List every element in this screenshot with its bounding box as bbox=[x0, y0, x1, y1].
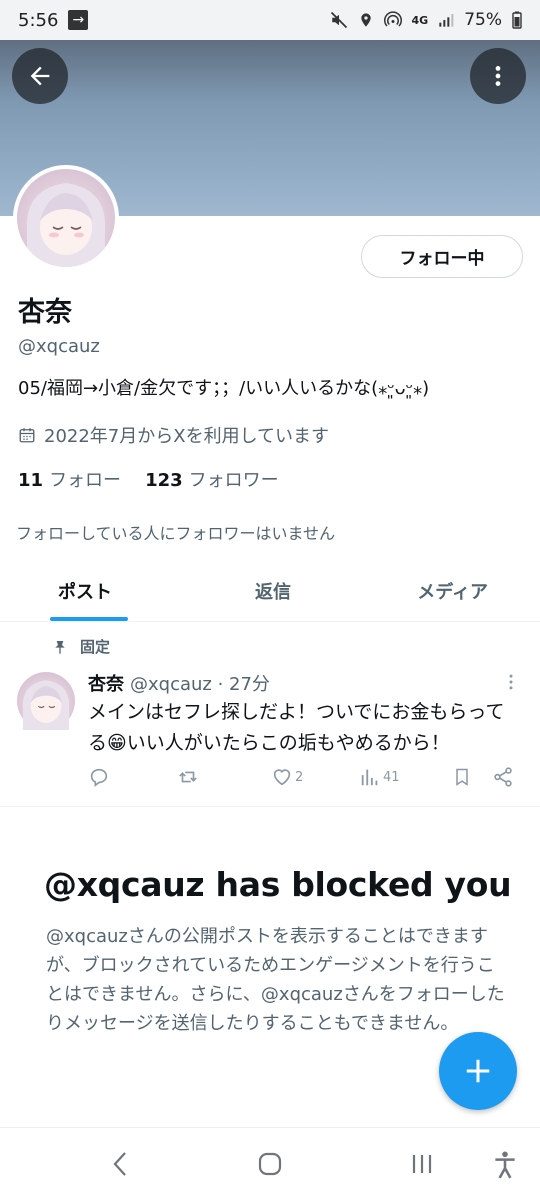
reply-button[interactable] bbox=[88, 766, 110, 788]
views-button[interactable]: 41 bbox=[359, 766, 400, 788]
handle: @xqcauz bbox=[18, 336, 100, 357]
signal-icon bbox=[439, 14, 454, 27]
joined-date: 2022年7月からXを利用しています bbox=[18, 422, 329, 448]
share-button[interactable] bbox=[492, 766, 514, 788]
views-count: 41 bbox=[383, 769, 400, 785]
accessibility-icon bbox=[495, 1151, 515, 1179]
battery-icon bbox=[512, 11, 522, 29]
repost-icon bbox=[179, 771, 197, 783]
system-recents-button[interactable] bbox=[410, 1150, 434, 1182]
heart-icon bbox=[273, 769, 291, 786]
back-button[interactable] bbox=[12, 48, 68, 104]
recents-icon bbox=[412, 1155, 432, 1173]
network-type: 4G bbox=[411, 13, 429, 27]
arrow-left-icon bbox=[30, 66, 50, 86]
status-icons: 4G 75% bbox=[330, 10, 522, 30]
tweet-more-button[interactable] bbox=[504, 672, 518, 696]
more-vertical-icon bbox=[509, 674, 513, 690]
plus-icon bbox=[466, 1059, 490, 1083]
tweet-text: メインはセフレ探しだよ！ついでにお金もらってる😁いい人がいたらこの垢もやめるから… bbox=[88, 701, 505, 754]
more-options-button[interactable] bbox=[470, 48, 526, 104]
following-link[interactable]: 11 フォロー bbox=[18, 466, 121, 492]
status-time: 5:56 bbox=[18, 9, 59, 31]
blocked-title: @xqcauz has blocked you bbox=[44, 865, 512, 904]
tab-replies[interactable]: 返信 bbox=[201, 560, 344, 621]
following-count: 11 bbox=[18, 470, 44, 491]
followers-link[interactable]: 123 フォロワー bbox=[145, 466, 279, 492]
calendar-icon bbox=[19, 428, 35, 443]
followers-label: フォロワー bbox=[188, 470, 279, 491]
repost-button[interactable] bbox=[176, 766, 200, 788]
pinned-indicator: 固定 bbox=[52, 636, 110, 657]
mute-icon bbox=[330, 11, 347, 29]
divider bbox=[0, 806, 540, 807]
reply-icon bbox=[90, 768, 108, 787]
share-icon bbox=[494, 767, 512, 787]
tab-media[interactable]: メディア bbox=[345, 560, 540, 621]
followers-count: 123 bbox=[145, 470, 183, 491]
tweet-avatar[interactable] bbox=[17, 672, 75, 730]
tab-posts[interactable]: ポスト bbox=[0, 560, 201, 621]
tweet-header: 杏奈 @xqcauz · 27分 bbox=[88, 670, 270, 696]
location-icon bbox=[360, 13, 371, 27]
mutual-followers-text: フォローしている人にフォロワーはいません bbox=[16, 524, 336, 543]
more-vertical-icon bbox=[495, 66, 501, 86]
profile-avatar[interactable] bbox=[13, 165, 119, 271]
system-home-button[interactable] bbox=[257, 1150, 283, 1182]
pinned-label: 固定 bbox=[80, 638, 111, 656]
status-bar: 5:56 → 4G 75% bbox=[0, 0, 540, 40]
display-name: 杏奈 bbox=[18, 297, 72, 328]
follow-counts: 11 フォロー 123 フォロワー bbox=[18, 466, 279, 492]
following-label: フォロー bbox=[49, 470, 122, 491]
tweet-meta: @xqcauz · 27分 bbox=[130, 674, 270, 695]
pin-icon bbox=[55, 640, 65, 654]
compose-button[interactable] bbox=[439, 1032, 517, 1110]
like-button[interactable]: 2 bbox=[271, 766, 303, 788]
home-circle-icon bbox=[258, 1152, 282, 1176]
chevron-left-icon bbox=[113, 1152, 126, 1176]
bookmark-icon bbox=[456, 768, 468, 786]
profile-tabs: ポスト 返信 メディア bbox=[0, 560, 540, 622]
avatar-illustration bbox=[26, 183, 106, 267]
screen-mirror-icon: → bbox=[68, 10, 89, 30]
bio: 05/福岡→小倉/金欠です；；/いい人いるかな(⁎ᵕ͈ᴗᵕ͈⁎) bbox=[18, 378, 430, 399]
system-navigation-bar bbox=[0, 1127, 540, 1199]
tweet-author-name[interactable]: 杏奈 bbox=[88, 674, 124, 695]
tweet-avatar-illustration bbox=[22, 680, 70, 730]
hotspot-icon bbox=[383, 11, 402, 27]
analytics-icon bbox=[361, 769, 378, 786]
tweet-actions: 2 41 bbox=[88, 762, 518, 792]
following-button[interactable]: フォロー中 bbox=[361, 235, 523, 278]
accessibility-button[interactable] bbox=[492, 1150, 518, 1184]
joined-text: 2022年7月からXを利用しています bbox=[44, 426, 330, 447]
system-back-button[interactable] bbox=[110, 1150, 130, 1182]
blocked-message: @xqcauzさんの公開ポストを表示することはできますが、ブロックされているため… bbox=[46, 926, 505, 1034]
battery-percent: 75% bbox=[464, 10, 502, 30]
like-count: 2 bbox=[295, 769, 304, 785]
bookmark-button[interactable] bbox=[452, 766, 472, 788]
